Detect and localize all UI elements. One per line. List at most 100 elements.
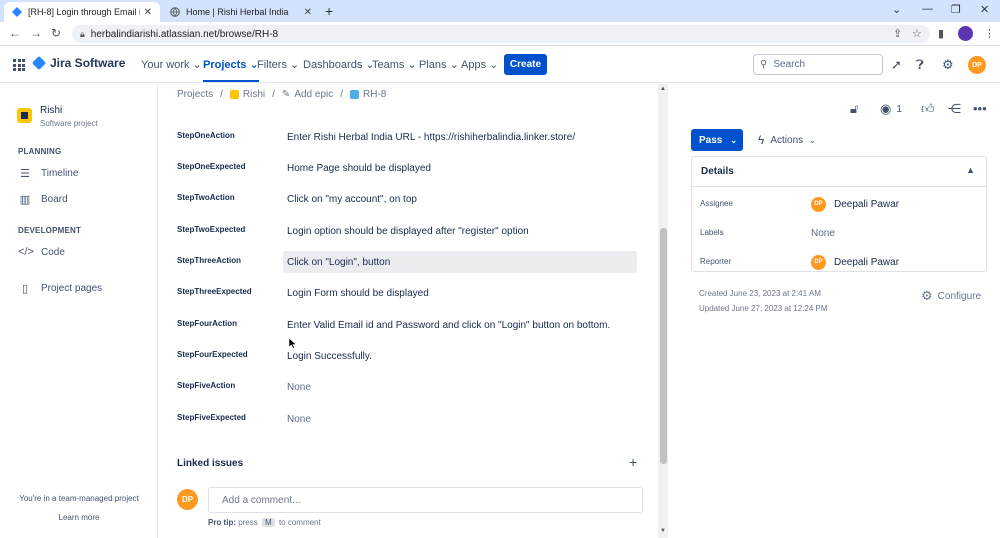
notifications-rocket-icon[interactable]: ➚	[891, 57, 902, 73]
detail-assignee: Assignee DP Deepali Pawar	[700, 195, 980, 213]
minimize-icon[interactable]: —	[922, 3, 933, 15]
scroll-down-icon[interactable]: ▼	[660, 528, 666, 534]
field-value[interactable]: None	[283, 376, 637, 398]
sidebar-item-timeline[interactable]: ☰ Timeline	[18, 167, 78, 180]
reload-icon[interactable]: ↻	[51, 26, 61, 40]
jira-logo[interactable]: Jira Software	[31, 55, 125, 71]
project-name[interactable]: Rishi	[40, 105, 62, 116]
scroll-up-icon[interactable]: ▲	[660, 86, 666, 92]
browser-tab-rishi[interactable]: Home | Rishi Herbal India ✕	[162, 2, 320, 22]
field-value[interactable]: Login Successfully.	[283, 345, 637, 367]
field-value[interactable]: Enter Rishi Herbal India URL - https://r…	[283, 126, 637, 148]
status-button[interactable]: Pass ⌄	[691, 129, 743, 151]
field-value[interactable]: Enter Valid Email id and Password and cl…	[283, 314, 637, 336]
chevron-down-icon: ⌄	[730, 135, 738, 145]
share-icon[interactable]: ⋲	[948, 101, 961, 117]
planning-heading: PLANNING	[18, 147, 62, 156]
watch-button[interactable]: ◉ 1	[880, 101, 902, 117]
sidebar-item-board[interactable]: ▥ Board	[18, 193, 68, 206]
search-icon: ⚲	[760, 59, 768, 70]
globe-icon	[170, 7, 180, 17]
details-header[interactable]: Details ▲	[692, 157, 986, 187]
updated-date: Updated June 27, 2023 at 12:24 PM	[699, 304, 828, 313]
back-arrow-icon[interactable]: ←	[9, 26, 21, 40]
field-label: StepFourExpected	[177, 350, 248, 359]
field-row: StepThreeAction Click on "Login", button	[177, 251, 637, 273]
project-sidebar: Rishi Software project PLANNING ☰ Timeli…	[0, 84, 158, 538]
field-row: StepFourExpected Login Successfully.	[177, 345, 637, 367]
restore-icon[interactable]: ❐	[951, 3, 961, 16]
lock-icon[interactable]: 🔓︎	[850, 101, 858, 117]
field-row: StepTwoExpected Login option should be d…	[177, 220, 637, 242]
browser-profile-avatar[interactable]	[958, 26, 973, 41]
field-label: StepThreeExpected	[177, 287, 252, 296]
sidebar-item-code[interactable]: </> Code	[18, 246, 65, 258]
pro-tip: Pro tip: press M to comment	[208, 518, 321, 527]
more-vertical-icon[interactable]: ⋮	[984, 27, 995, 40]
scroll-thumb[interactable]	[660, 228, 667, 464]
keyboard-key: M	[262, 518, 275, 527]
field-value[interactable]: None	[283, 408, 637, 430]
labels-value[interactable]: None	[811, 224, 835, 242]
sidepanel-icon[interactable]: ▮	[938, 27, 944, 40]
learn-more-link[interactable]: Learn more	[0, 513, 158, 522]
nav-dashboards[interactable]: Dashboards ⌄	[303, 58, 375, 71]
search-input[interactable]: ⚲ Search	[753, 54, 883, 75]
field-row: StepOneAction Enter Rishi Herbal India U…	[177, 126, 637, 148]
field-row: StepFiveExpected None	[177, 408, 637, 430]
chevron-down-icon[interactable]: ⌄	[892, 3, 901, 16]
actions-button[interactable]: ϟ Actions ⌄	[758, 133, 816, 147]
breadcrumb-add-epic[interactable]: Add epic	[294, 89, 333, 100]
field-value[interactable]: Home Page should be displayed	[283, 157, 637, 179]
help-icon[interactable]: ❓︎	[916, 57, 924, 73]
nav-plans[interactable]: Plans ⌄	[419, 58, 459, 71]
user-avatar[interactable]: DP	[968, 56, 986, 74]
share-icon[interactable]: ⇪	[893, 27, 902, 40]
add-linked-issue-icon[interactable]: +	[629, 454, 637, 470]
thumbs-up-icon[interactable]: 👍︎	[921, 101, 935, 117]
development-heading: DEVELOPMENT	[18, 226, 82, 235]
new-tab-icon[interactable]: +	[325, 3, 333, 19]
nav-projects[interactable]: Projects ⌄	[203, 58, 259, 82]
tab-title: Home | Rishi Herbal India	[186, 7, 289, 17]
sidebar-item-project-pages[interactable]: ▯ Project pages	[18, 282, 102, 295]
nav-filters[interactable]: Filters ⌄	[257, 58, 299, 71]
settings-gear-icon[interactable]: ⚙	[942, 57, 954, 73]
star-icon[interactable]: ☆	[912, 27, 922, 40]
url-input[interactable]: 🔒︎ herbalindiarishi.atlassian.net/browse…	[72, 25, 930, 43]
nav-teams[interactable]: Teams ⌄	[372, 58, 417, 71]
timeline-icon: ☰	[20, 168, 30, 180]
comment-input[interactable]: Add a comment...	[208, 487, 643, 513]
breadcrumb-projects[interactable]: Projects	[177, 89, 213, 100]
breadcrumb-project[interactable]: Rishi	[243, 89, 265, 100]
assignee-value[interactable]: DP Deepali Pawar	[811, 195, 899, 213]
forward-arrow-icon[interactable]: →	[30, 26, 42, 40]
nav-your-work[interactable]: Your work ⌄	[141, 58, 202, 71]
field-value[interactable]: Click on "my account", on top	[283, 188, 637, 210]
create-button[interactable]: Create	[504, 54, 547, 75]
field-row: StepThreeExpected Login Form should be d…	[177, 282, 637, 304]
more-horizontal-icon[interactable]: •••	[973, 101, 987, 116]
details-card: Details ▲ Assignee DP Deepali Pawar Labe…	[691, 156, 987, 272]
mouse-cursor-icon	[289, 338, 297, 349]
browser-tab-bar: [RH-8] Login through Email id ar ✕ Home …	[0, 0, 1000, 22]
task-checkbox-icon	[350, 90, 360, 99]
project-icon	[17, 108, 32, 123]
close-tab-icon[interactable]: ✕	[304, 7, 312, 18]
nav-apps[interactable]: Apps ⌄	[461, 58, 498, 71]
field-label: StepFourAction	[177, 319, 237, 328]
jira-top-nav: Jira Software Your work ⌄ Projects ⌄ Fil…	[0, 47, 1000, 83]
reporter-value[interactable]: DP Deepali Pawar	[811, 253, 899, 271]
breadcrumb-issue-key[interactable]: RH-8	[363, 89, 386, 100]
field-value[interactable]: Login option should be displayed after "…	[283, 220, 637, 242]
browser-tab-jira[interactable]: [RH-8] Login through Email id ar ✕	[4, 2, 160, 22]
app-switcher-icon[interactable]	[13, 59, 25, 71]
close-tab-icon[interactable]: ✕	[144, 7, 152, 18]
close-window-icon[interactable]: ✕	[980, 3, 989, 16]
field-value[interactable]: Login Form should be displayed	[283, 282, 637, 304]
field-value[interactable]: Click on "Login", button	[283, 251, 637, 273]
configure-button[interactable]: ⚙ Configure	[921, 288, 981, 304]
board-icon: ▥	[19, 194, 31, 206]
issue-main-panel: Projects / Rishi / ✎ Add epic / RH-8 Ste…	[158, 84, 668, 538]
created-date: Created June 23, 2023 at 2:41 AM	[699, 289, 821, 298]
